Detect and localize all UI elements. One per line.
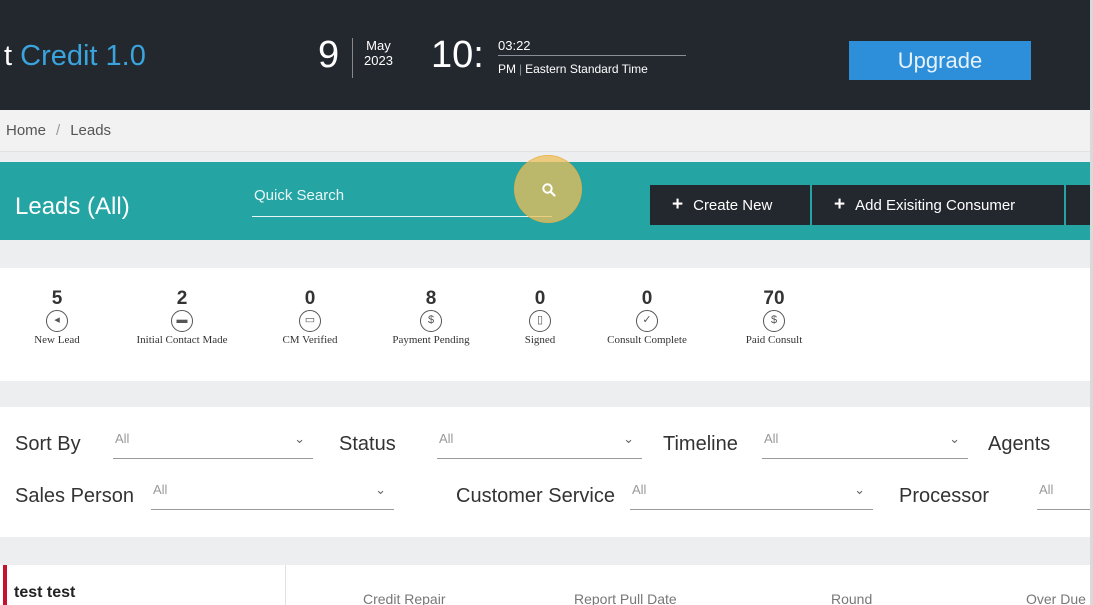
upgrade-button[interactable]: Upgrade <box>849 41 1031 80</box>
clock-hour: 10: <box>431 34 484 76</box>
stat-new-lead[interactable]: 5 ◂ New Lead <box>24 288 90 348</box>
search-icon <box>542 183 556 197</box>
brand-prefix: t <box>4 40 13 72</box>
more-actions-button[interactable] <box>1066 185 1093 225</box>
status-label: Status <box>339 433 396 455</box>
lead-name[interactable]: test test <box>14 584 75 602</box>
clock-meta: PM | Eastern Standard Time <box>498 62 648 76</box>
stat-label: Consult Complete <box>607 334 687 346</box>
chevron-down-icon: ⌄ <box>294 431 305 446</box>
date-month: May <box>366 38 391 53</box>
processor-value: All <box>1039 482 1054 497</box>
stat-consult-complete[interactable]: 0 ✓ Consult Complete <box>586 288 708 348</box>
stat-label: Payment Pending <box>392 334 470 346</box>
stat-count: 0 <box>304 288 316 309</box>
check-icon: ✓ <box>636 310 658 332</box>
app-brand: t Credit 1.0 <box>4 40 146 73</box>
column-report-pull-date: Report Pull Date <box>574 591 677 605</box>
stat-initial-contact[interactable]: 2 ▬ Initial Contact Made <box>116 288 248 348</box>
stat-count: 5 <box>51 288 63 309</box>
stat-payment-pending[interactable]: 8 $ Payment Pending <box>371 288 491 348</box>
add-existing-label: Add Exisiting Consumer <box>855 197 1016 214</box>
sales-person-label: Sales Person <box>15 485 134 507</box>
lead-row[interactable] <box>0 565 1090 605</box>
clock-divider <box>498 55 686 56</box>
date-month-year: May 2023 <box>364 38 393 68</box>
breadcrumb-separator: / <box>56 122 61 139</box>
search-button[interactable] <box>514 155 582 223</box>
stat-label: Paid Consult <box>745 334 803 346</box>
stat-count: 0 <box>534 288 546 309</box>
column-round: Round <box>831 591 873 605</box>
chevron-down-icon: ⌄ <box>623 431 634 446</box>
column-credit-repair: Credit Repair <box>363 591 446 605</box>
row-divider <box>285 565 286 605</box>
stat-signed[interactable]: 0 ▯ Signed <box>512 288 568 348</box>
create-new-label: Create New <box>693 197 773 214</box>
chat-icon: ▬ <box>171 310 193 332</box>
page: t Credit 1.0 9 May 2023 10: 03:22 PM | Eas… <box>0 0 1093 605</box>
timeline-label: Timeline <box>663 433 738 455</box>
agents-label: Agents <box>988 433 1051 455</box>
date-day: 9 <box>318 34 340 76</box>
customer-service-value: All <box>632 482 647 497</box>
date-divider <box>352 38 353 78</box>
stat-count: 8 <box>425 288 437 309</box>
search-input[interactable]: Quick Search <box>254 187 344 204</box>
breadcrumb: Home / Leads <box>6 122 111 139</box>
chevron-down-icon: ⌄ <box>949 431 960 446</box>
card-icon: ▭ <box>299 310 321 332</box>
add-existing-consumer-button[interactable]: + Add Exisiting Consumer <box>812 185 1064 225</box>
megaphone-icon: ◂ <box>46 310 68 332</box>
clock-ampm: PM <box>498 62 516 76</box>
dollar-icon: $ <box>420 310 442 332</box>
stat-count: 2 <box>176 288 188 309</box>
plus-icon: + <box>672 194 684 215</box>
breadcrumb-home[interactable]: Home <box>6 122 46 139</box>
sales-person-value: All <box>153 482 168 497</box>
plus-icon: + <box>834 194 846 215</box>
stat-label: Signed <box>524 334 556 346</box>
stat-label: CM Verified <box>282 334 338 346</box>
stat-count: 70 <box>763 288 785 309</box>
page-title: Leads (All) <box>15 193 130 220</box>
create-new-button[interactable]: + Create New <box>650 185 810 225</box>
sort-by-label: Sort By <box>15 433 81 455</box>
document-icon: ▯ <box>529 310 551 332</box>
status-select[interactable]: All ⌄ <box>437 429 642 459</box>
row-status-accent <box>3 565 7 605</box>
sales-person-select[interactable]: All ⌄ <box>151 480 394 510</box>
stat-paid-consult[interactable]: 70 $ Paid Consult <box>728 288 820 348</box>
stat-cm-verified[interactable]: 0 ▭ CM Verified <box>270 288 350 348</box>
processor-label: Processor <box>899 485 990 507</box>
dollar-check-icon: $ <box>763 310 785 332</box>
sort-by-value: All <box>115 431 130 446</box>
stat-label: Initial Contact Made <box>136 334 228 346</box>
stat-label: New Lead <box>34 334 80 346</box>
date-year: 2023 <box>364 53 393 68</box>
clock-timezone: Eastern Standard Time <box>525 62 648 76</box>
filters-card <box>0 407 1090 537</box>
search-underline <box>252 216 552 217</box>
processor-select[interactable]: All <box>1037 480 1090 510</box>
brand-name: Credit 1.0 <box>20 40 146 72</box>
customer-service-label: Customer Service <box>456 485 615 507</box>
stat-count: 0 <box>641 288 653 309</box>
breadcrumb-bar <box>0 110 1090 152</box>
clock-minutes: 03:22 <box>498 38 531 53</box>
breadcrumb-current: Leads <box>70 122 112 139</box>
column-over-due: Over Due <box>1026 591 1086 605</box>
customer-service-select[interactable]: All ⌄ <box>630 480 873 510</box>
chevron-down-icon: ⌄ <box>375 482 386 497</box>
status-value: All <box>439 431 454 446</box>
sort-by-select[interactable]: All ⌄ <box>113 429 313 459</box>
timeline-value: All <box>764 431 779 446</box>
chevron-down-icon: ⌄ <box>854 482 865 497</box>
timeline-select[interactable]: All ⌄ <box>762 429 968 459</box>
